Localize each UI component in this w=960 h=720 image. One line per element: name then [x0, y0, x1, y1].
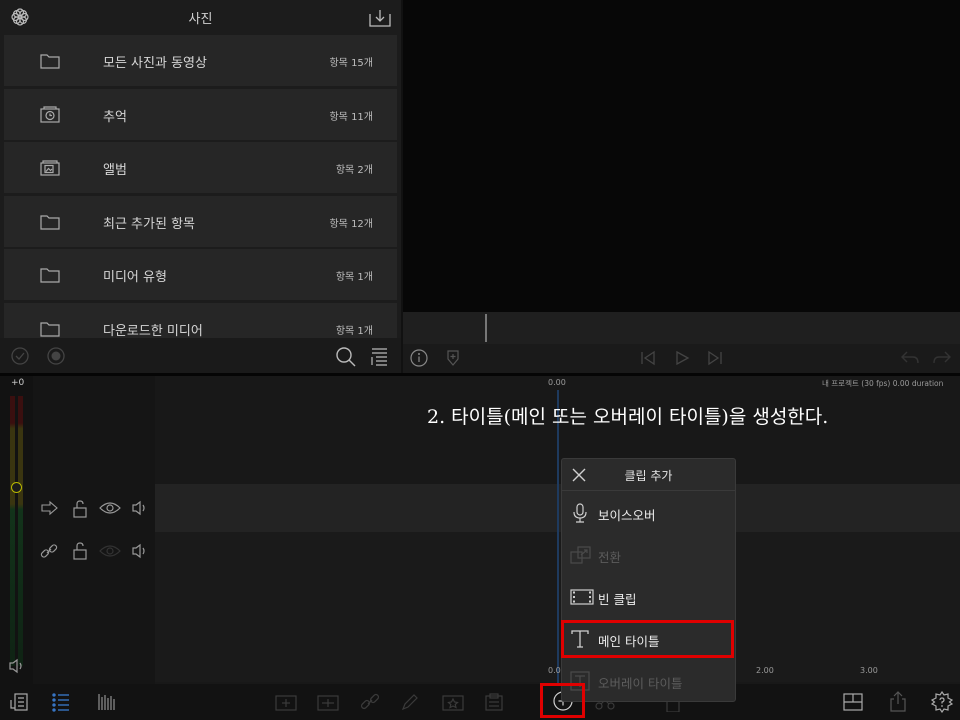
film-strip-icon — [570, 587, 594, 607]
popup-header: 클립 추가 — [562, 459, 735, 491]
play-icon[interactable] — [673, 349, 691, 367]
transition-icon — [570, 545, 591, 565]
library-item-albums[interactable]: 앨범 항목 2개 — [4, 142, 397, 193]
library-item-count: 항목 15개 — [329, 58, 373, 69]
share-icon[interactable] — [888, 691, 908, 713]
unlock-icon[interactable] — [72, 542, 88, 560]
popup-item-label: 오버레이 타이틀 — [598, 676, 683, 691]
folder-icon — [39, 51, 61, 71]
favorite-disabled-icon — [441, 692, 465, 712]
skip-forward-icon[interactable] — [706, 349, 724, 367]
info-icon[interactable] — [409, 348, 429, 368]
track-arrow-icon[interactable] — [40, 500, 60, 516]
library-item-count: 항목 1개 — [335, 326, 373, 337]
preview-toolbar — [403, 344, 960, 373]
library-item-label: 다운로드한 미디어 — [103, 324, 203, 339]
ruler-tick-label: 3.00 — [860, 666, 878, 675]
ruler-start-label: 0.00 — [548, 378, 566, 387]
track-list-icon[interactable] — [51, 692, 71, 712]
library-item-recently-added[interactable]: 최근 추가된 항목 항목 12개 — [4, 196, 397, 247]
import-icon[interactable] — [368, 8, 392, 28]
popup-item-voiceover[interactable]: 보이스오버 — [562, 492, 735, 534]
popup-item-label: 빈 클립 — [598, 592, 637, 607]
settings-help-icon[interactable] — [931, 691, 953, 713]
audio-meter-panel: +0 — [0, 376, 33, 684]
eye-disabled-icon — [99, 543, 121, 559]
audio-meter-left — [10, 396, 15, 666]
link-icon[interactable] — [40, 542, 58, 560]
meter-level-label: +0 — [11, 378, 25, 388]
volume-slider-knob[interactable] — [11, 482, 22, 493]
popup-item-empty-clip[interactable]: 빈 클립 — [562, 576, 735, 618]
popup-item-label: 보이스오버 — [598, 508, 656, 523]
library-header: 사진 — [0, 0, 401, 34]
library-item-label: 추억 — [103, 110, 127, 125]
popup-item-overlay-title: 오버레이 타이틀 — [562, 660, 735, 702]
memories-icon — [39, 105, 61, 125]
popup-item-transition: 전환 — [562, 534, 735, 576]
unlock-icon[interactable] — [72, 500, 88, 518]
popup-item-label: 전환 — [598, 550, 622, 565]
link-disabled-icon — [360, 692, 380, 712]
waveform-icon[interactable] — [96, 692, 116, 712]
record-icon[interactable] — [46, 346, 66, 366]
library-item-count: 항목 12개 — [329, 219, 373, 230]
photo-library-panel: 사진 모든 사진과 동영상 항목 15개 추억 항목 11개 앨범 항목 2개 … — [0, 0, 401, 373]
album-icon — [39, 158, 61, 178]
library-item-downloaded[interactable]: 다운로드한 미디어 항목 1개 — [4, 303, 397, 339]
library-item-label: 미디어 유형 — [103, 270, 167, 285]
preview-playhead[interactable] — [485, 314, 487, 342]
eye-icon[interactable] — [99, 500, 121, 516]
library-item-count: 항목 11개 — [329, 112, 373, 123]
library-item-label: 앨범 — [103, 163, 127, 178]
folder-icon — [39, 212, 61, 232]
ruler-tick-label: 2.00 — [756, 666, 774, 675]
preview-scrub-bar[interactable] — [403, 312, 960, 344]
library-item-media-types[interactable]: 미디어 유형 항목 1개 — [4, 249, 397, 300]
library-item-memories[interactable]: 추억 항목 11개 — [4, 89, 397, 140]
highlight-add-clip — [540, 683, 585, 718]
add-clip-disabled-icon — [274, 692, 298, 712]
video-preview — [403, 0, 960, 312]
checkmark-icon[interactable] — [10, 346, 30, 366]
track-speaker-icon[interactable] — [131, 500, 149, 516]
timeline-playhead[interactable] — [557, 390, 559, 684]
folder-icon — [39, 265, 61, 285]
library-item-count: 항목 2개 — [335, 165, 373, 176]
speaker-icon[interactable] — [8, 658, 26, 674]
undo-icon[interactable] — [899, 349, 921, 367]
timeline-ruler[interactable]: 0.00 내 프로젝트 (30 fps) 0.00 duration — [155, 376, 960, 390]
pencil-disabled-icon — [400, 692, 420, 712]
library-toolbar — [0, 338, 401, 373]
bottom-toolbar — [0, 684, 960, 720]
track-speaker-icon[interactable] — [131, 543, 149, 559]
clip-edit-disabled-icon — [316, 692, 340, 712]
list-options-icon[interactable] — [370, 346, 390, 366]
audio-meter-right — [18, 396, 23, 666]
add-track-icon[interactable] — [9, 692, 29, 712]
highlight-main-title — [561, 620, 734, 658]
library-item-count: 항목 1개 — [335, 272, 373, 283]
clipboard-disabled-icon — [483, 692, 505, 712]
redo-icon[interactable] — [931, 349, 953, 367]
layout-icon[interactable] — [842, 692, 864, 712]
marker-icon[interactable] — [444, 348, 462, 368]
library-item-label: 모든 사진과 동영상 — [103, 56, 207, 71]
library-title: 사진 — [188, 12, 213, 27]
instruction-caption: 2. 타이틀(메인 또는 오버레이 타이틀)을 생성한다. — [427, 406, 829, 428]
add-clip-popup: 클립 추가 보이스오버 전환 빈 클립 메인 타이틀 오버레이 타이틀 — [561, 458, 736, 702]
library-item-label: 최근 추가된 항목 — [103, 217, 195, 232]
folder-icon — [39, 319, 61, 339]
skip-back-icon[interactable] — [639, 349, 657, 367]
project-info: 내 프로젝트 (30 fps) 0.00 duration — [822, 379, 944, 388]
microphone-icon — [570, 503, 590, 523]
search-icon[interactable] — [335, 346, 357, 368]
popup-title: 클립 추가 — [624, 469, 673, 483]
track-controls — [33, 376, 155, 684]
library-item-all-photos[interactable]: 모든 사진과 동영상 항목 15개 — [4, 35, 397, 86]
